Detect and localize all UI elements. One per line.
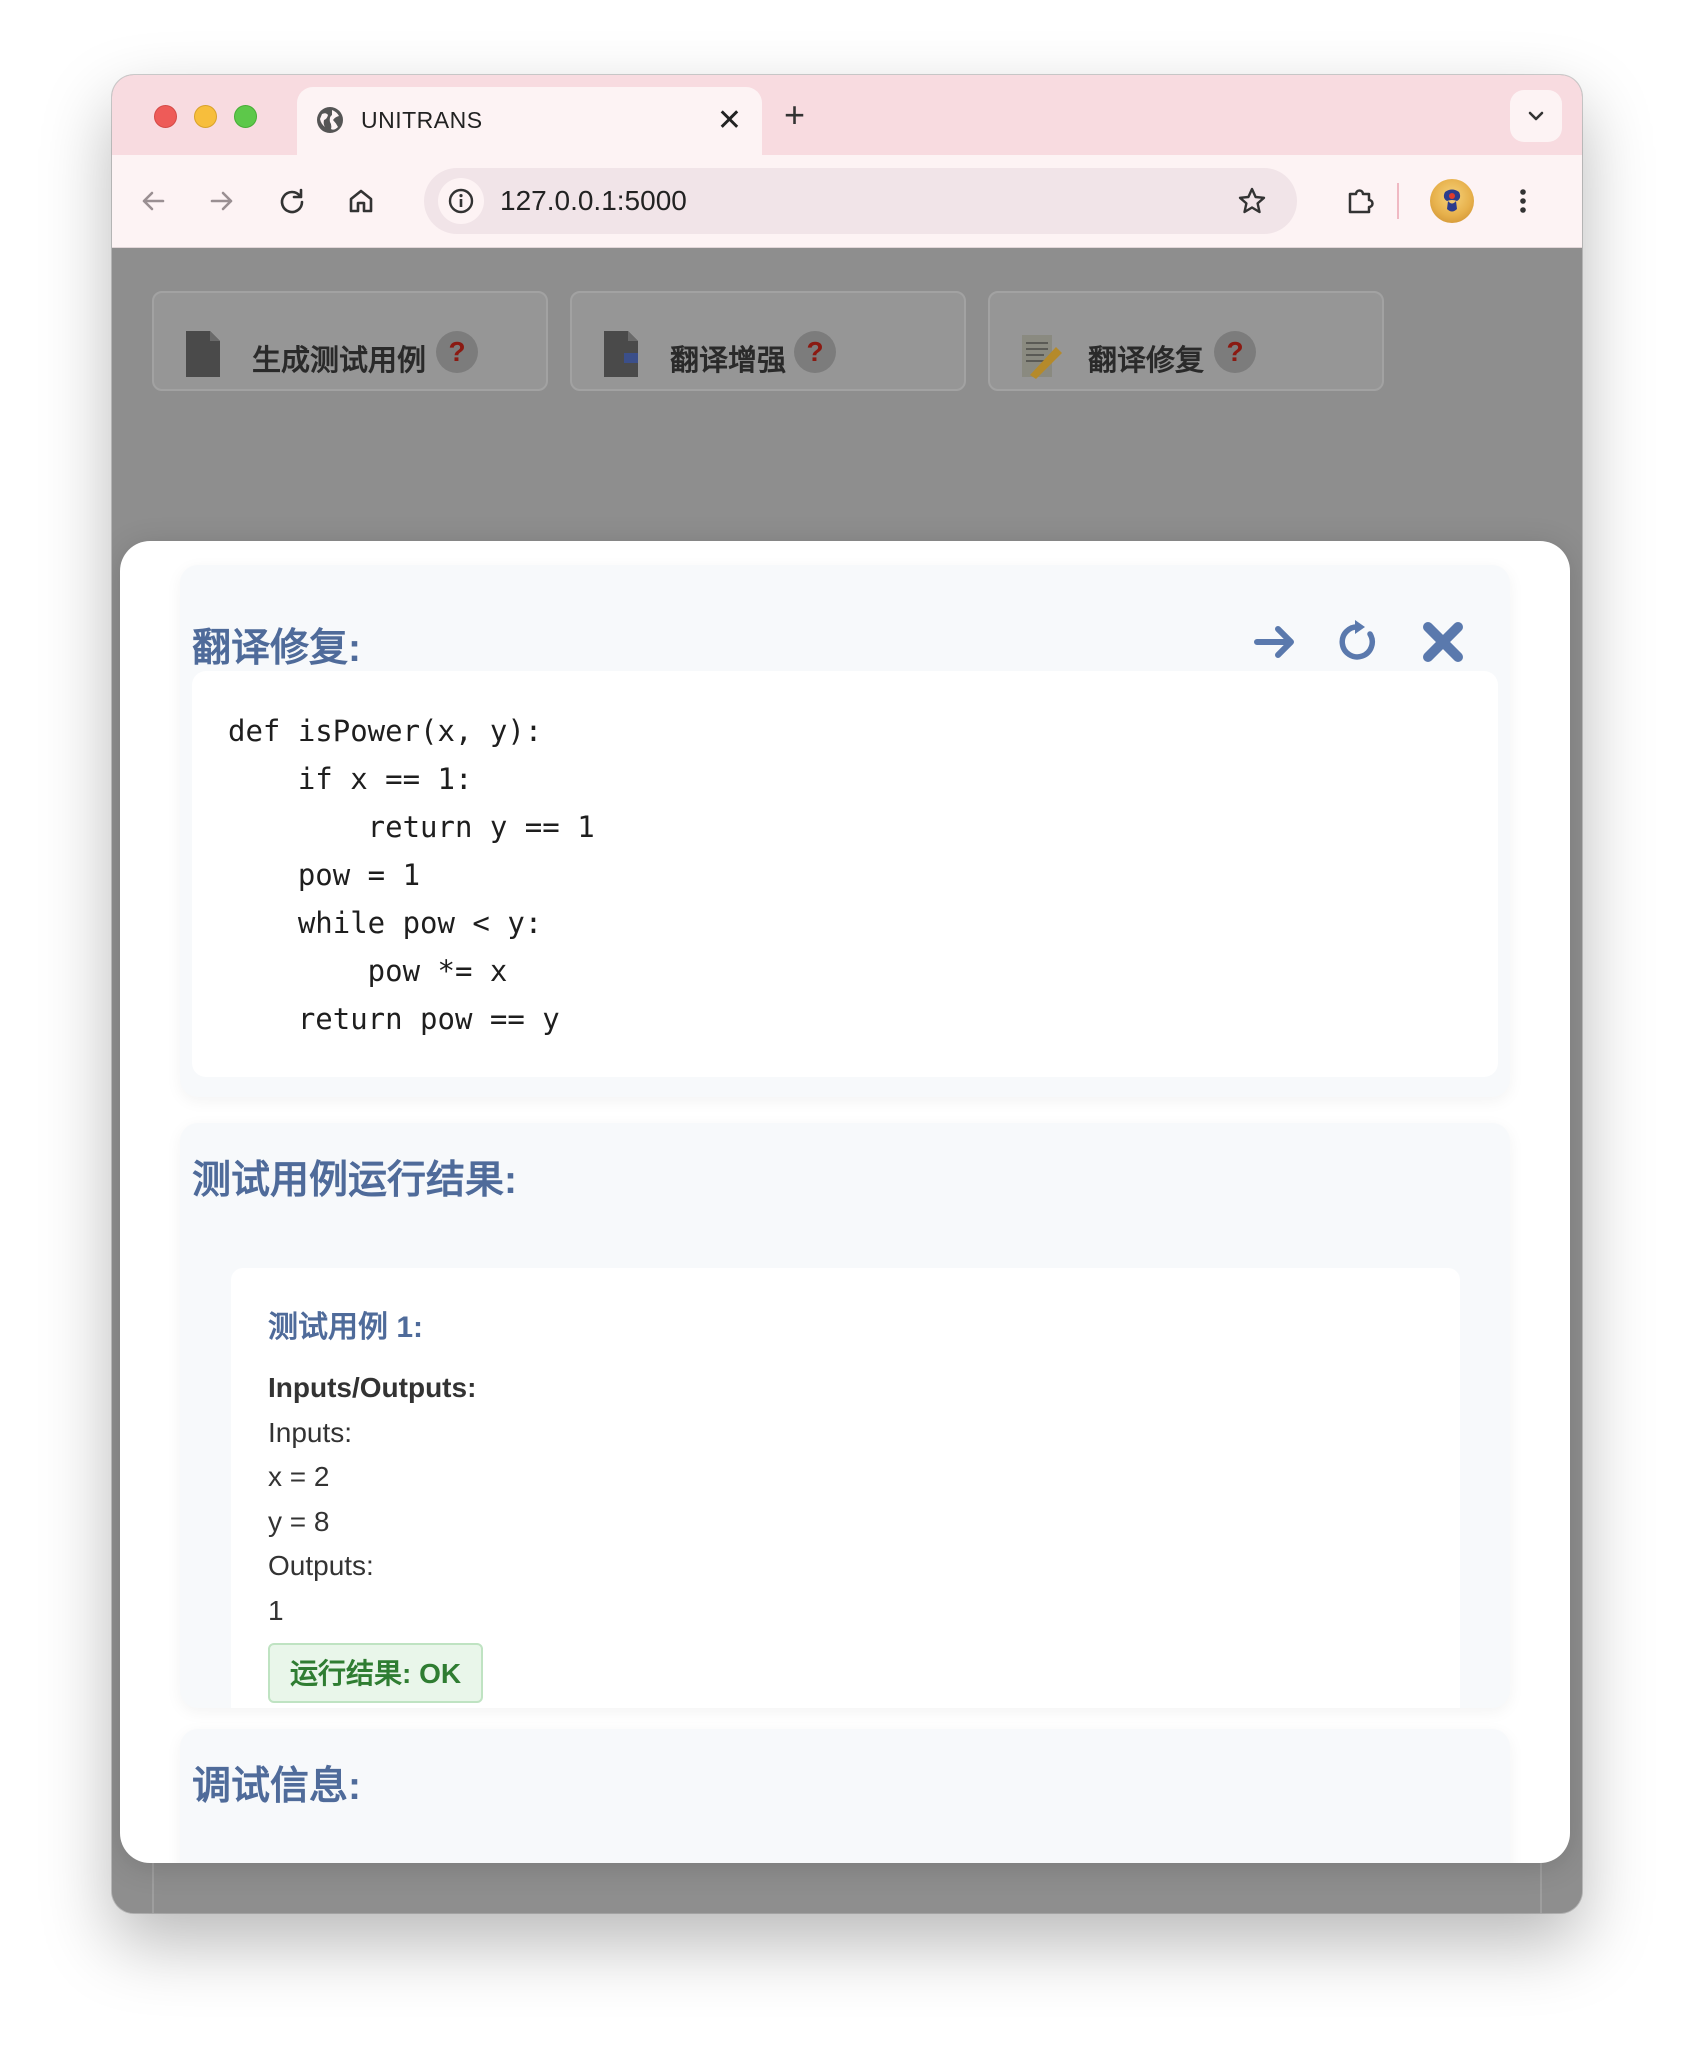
profile-icon: [1443, 189, 1461, 212]
repair-section: 翻译修复: def isPower(x, y): if x == 1: retu…: [180, 565, 1510, 1097]
generate-testcases-card[interactable]: 生成测试用例 ?: [152, 291, 548, 391]
test-case-card: 测试用例 1: Inputs/Outputs: Inputs: x = 2 y …: [231, 1268, 1460, 1708]
profile-avatar[interactable]: [1430, 179, 1474, 223]
test-case-io: Inputs/Outputs: Inputs: x = 2 y = 8 Outp…: [268, 1366, 476, 1633]
chevron-down-icon: [1528, 111, 1544, 121]
browser-menu-button[interactable]: [1500, 178, 1546, 224]
new-tab-button[interactable]: +: [784, 93, 805, 137]
arrow-right-icon: [1254, 626, 1294, 658]
close-modal-button[interactable]: [1416, 615, 1470, 669]
url-text[interactable]: 127.0.0.1:5000: [500, 185, 687, 217]
results-section-title: 测试用例运行结果:: [192, 1159, 517, 1202]
input-y: y = 8: [268, 1505, 330, 1537]
inputs-label: Inputs:: [268, 1416, 353, 1448]
help-button[interactable]: ?: [436, 331, 478, 373]
outputs-label: Outputs:: [268, 1550, 374, 1581]
close-icon: [1423, 622, 1463, 662]
forward-button[interactable]: [199, 178, 245, 224]
code-line: return y == 1: [228, 810, 595, 844]
reload-button[interactable]: [269, 178, 315, 224]
code-line: pow *= x: [228, 954, 508, 988]
code-line: return pow == y: [228, 1002, 560, 1036]
arrow-left-icon: [142, 191, 165, 211]
site-info-button[interactable]: [438, 178, 484, 224]
window-close-button[interactable]: [154, 105, 177, 128]
tab-bar: UNITRANS ✕ +: [112, 75, 1582, 155]
browser-toolbar: 127.0.0.1:5000: [112, 155, 1582, 248]
more-vert-icon: [1520, 189, 1526, 213]
status-badge: 运行结果: OK: [268, 1643, 484, 1703]
back-button[interactable]: [130, 178, 176, 224]
browser-tab[interactable]: UNITRANS ✕: [297, 87, 762, 155]
tab-search-button[interactable]: [1510, 90, 1562, 142]
notepad-pencil-icon: [1022, 335, 1062, 379]
puzzle-icon: [1348, 189, 1374, 214]
modal-actions: [1248, 615, 1470, 669]
toolbar-divider: [1397, 183, 1399, 219]
input-x: x = 2: [268, 1461, 330, 1492]
home-button[interactable]: [338, 178, 384, 224]
home-icon: [349, 189, 373, 213]
refresh-icon: [1339, 620, 1375, 660]
card-label: 翻译修复: [1088, 345, 1205, 377]
card-label: 生成测试用例: [252, 345, 427, 377]
document-icon: [604, 331, 638, 377]
test-case-title: 测试用例 1:: [268, 1311, 424, 1344]
bookmark-button[interactable]: [1229, 178, 1275, 224]
code-line: pow = 1: [228, 858, 421, 892]
repair-modal: 翻译修复: def isPower(x, y): if x == 1: retu…: [120, 541, 1570, 1863]
code-line: while pow < y:: [228, 906, 543, 940]
next-button[interactable]: [1248, 615, 1302, 669]
browser-window: UNITRANS ✕ + 127.0.0.1:5000 生成测试用例 ? 翻译增…: [112, 75, 1582, 1913]
results-section: 测试用例运行结果: 测试用例 1: Inputs/Outputs: Inputs…: [180, 1123, 1510, 1708]
arrow-right-icon: [210, 191, 233, 211]
help-button[interactable]: ?: [1214, 331, 1256, 373]
rerun-button[interactable]: [1332, 615, 1386, 669]
output-value: 1: [268, 1594, 284, 1626]
io-heading: Inputs/Outputs:: [268, 1372, 477, 1403]
address-bar[interactable]: 127.0.0.1:5000: [424, 168, 1297, 234]
window-minimize-button[interactable]: [194, 105, 217, 128]
page-overlay: 生成测试用例 ? 翻译增强 ? 翻译修复 ? 输出: [112, 249, 1582, 1913]
card-label: 翻译增强: [670, 345, 787, 377]
star-icon: [1238, 187, 1266, 214]
repair-section-title: 翻译修复:: [192, 627, 361, 670]
code-block: def isPower(x, y): if x == 1: return y =…: [192, 671, 1498, 1077]
code-line: def isPower(x, y):: [228, 714, 543, 748]
globe-icon: [317, 107, 343, 133]
code-line: if x == 1:: [228, 762, 473, 796]
reload-icon: [280, 188, 304, 214]
debug-section: 调试信息:: [180, 1729, 1510, 1863]
code-text: def isPower(x, y): if x == 1: return y =…: [228, 707, 595, 1043]
info-icon: [448, 188, 474, 214]
tab-title: UNITRANS: [361, 107, 483, 133]
translation-repair-card[interactable]: 翻译修复 ?: [988, 291, 1384, 391]
extensions-button[interactable]: [1338, 178, 1384, 224]
help-button[interactable]: ?: [794, 331, 836, 373]
tab-close-icon[interactable]: ✕: [717, 101, 742, 141]
debug-section-title: 调试信息:: [192, 1765, 361, 1808]
document-icon: [186, 331, 220, 377]
window-zoom-button[interactable]: [234, 105, 257, 128]
translation-enhance-card[interactable]: 翻译增强 ?: [570, 291, 966, 391]
